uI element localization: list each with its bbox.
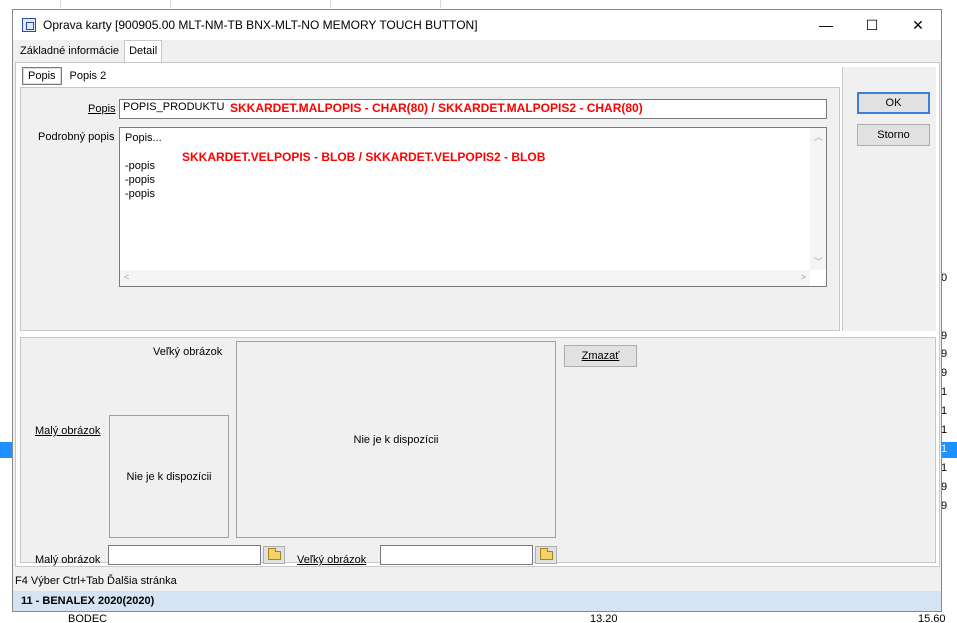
ok-button[interactable]: OK <box>857 92 930 114</box>
popis-annotation: SKKARDET.MALPOPIS - CHAR(80) / SKKARDET.… <box>230 101 643 115</box>
maly-obrazok-path-input[interactable] <box>108 545 261 565</box>
close-button[interactable]: ✕ <box>895 10 941 40</box>
title-bar[interactable]: Oprava karty [900905.00 MLT-NM-TB BNX-ML… <box>13 10 941 40</box>
sub-tabs: Popis Popis 2 <box>22 67 114 85</box>
status-bar: F4 Výber Ctrl+Tab Ďalšia stránka <box>13 570 941 590</box>
tab-popis-2[interactable]: Popis 2 <box>64 67 113 85</box>
popis-value: POPIS_PRODUKTU <box>123 101 225 113</box>
maly-obrazok-preview: Nie je k dispozícii <box>109 415 229 538</box>
podrobny-popis-text: Popis... -popis -popis -popis <box>120 128 826 204</box>
app-icon <box>22 18 36 32</box>
velky-obrazok-label: Veľký obrázok <box>153 346 223 358</box>
podrobny-popis-label: Podrobný popis <box>38 131 115 143</box>
description-panel: Popis POPIS_PRODUKTU SKKARDET.MALPOPIS -… <box>20 87 840 331</box>
bg-cell: 15.60 <box>918 613 946 623</box>
velky-obrazok-browse-button[interactable] <box>535 546 557 564</box>
scroll-left-icon[interactable]: < <box>124 272 129 282</box>
zmazat-button[interactable]: Zmazať <box>564 345 637 367</box>
tab-popis[interactable]: Popis <box>22 67 62 85</box>
velky-obrazok-path-label: Veľký obrázok <box>297 554 367 566</box>
velky-obrazok-preview: Nie je k dispozícii <box>236 341 556 538</box>
maly-obrazok-label: Malý obrázok <box>35 425 101 437</box>
tab-zakladne-informacie[interactable]: Základné informácie <box>15 40 124 62</box>
text-line: -popis <box>125 174 155 186</box>
text-line: Popis... <box>125 132 162 144</box>
text-line: -popis <box>125 188 155 200</box>
images-panel: Veľký obrázok Nie je k dispozícii Zmazať… <box>20 337 936 566</box>
scroll-up-icon[interactable]: ︿ <box>814 130 823 143</box>
minimize-button[interactable]: — <box>803 10 849 40</box>
vertical-scrollbar[interactable]: ︿ ﹀ <box>810 128 826 270</box>
main-tabs: Základné informácie Detail <box>15 40 163 62</box>
maximize-button[interactable]: ☐ <box>849 10 895 40</box>
velky-obrazok-path-input[interactable] <box>380 545 533 565</box>
detail-tab-body: Popis Popis 2 Popis POPIS_PRODUKTU SKKAR… <box>15 62 940 567</box>
maly-obrazok-path-label: Malý obrázok <box>35 554 101 566</box>
folder-open-icon <box>539 547 553 560</box>
tab-detail[interactable]: Detail <box>124 40 163 62</box>
scroll-right-icon[interactable]: > <box>801 272 806 282</box>
edit-card-dialog: Oprava karty [900905.00 MLT-NM-TB BNX-ML… <box>12 9 942 612</box>
company-bar: 11 - BENALEX 2020(2020) <box>13 591 941 611</box>
zmazat-label: Zmazať <box>581 350 620 362</box>
popis-label: Popis <box>88 103 116 115</box>
action-panel: OK Storno <box>842 67 936 331</box>
horizontal-scrollbar[interactable]: < > <box>120 270 810 286</box>
bg-cell: BODEC <box>68 613 108 623</box>
storno-button[interactable]: Storno <box>857 124 930 146</box>
window-title: Oprava karty [900905.00 MLT-NM-TB BNX-ML… <box>43 18 478 32</box>
podrobny-annotation: SKKARDET.VELPOPIS - BLOB / SKKARDET.VELP… <box>182 150 546 164</box>
scroll-down-icon[interactable]: ﹀ <box>814 255 823 268</box>
bg-cell: 13.20 <box>590 613 618 623</box>
maly-obrazok-browse-button[interactable] <box>263 546 285 564</box>
folder-open-icon <box>267 547 281 560</box>
